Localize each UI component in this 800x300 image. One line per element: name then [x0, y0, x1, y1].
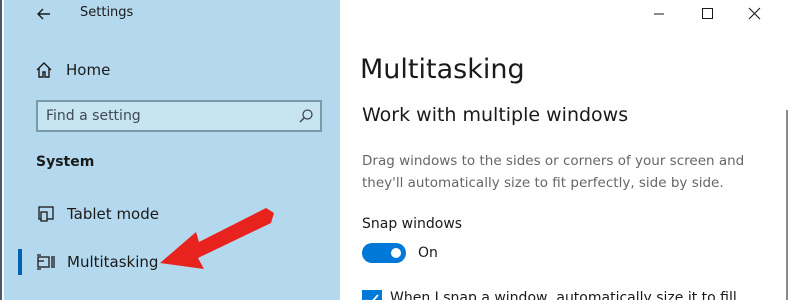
snap-windows-toggle[interactable] [362, 243, 406, 263]
sidebar: Settings Home System Tablet mode [4, 0, 340, 300]
close-button[interactable] [732, 0, 778, 28]
search-icon[interactable] [298, 108, 314, 124]
red-arrow-annotation [160, 208, 274, 269]
main-content: Multitasking Work with multiple windows … [340, 0, 800, 300]
sidebar-item-home[interactable]: Home [34, 58, 324, 84]
sidebar-item-label: Tablet mode [67, 205, 159, 223]
home-icon [36, 62, 52, 78]
search-box[interactable] [36, 100, 322, 132]
app-title: Settings [80, 5, 134, 20]
sidebar-item-label: Multitasking [67, 253, 159, 271]
search-input[interactable] [46, 102, 286, 130]
snap-windows-label: Snap windows [362, 216, 463, 232]
scrollbar[interactable] [786, 110, 788, 300]
toggle-state-label: On [418, 245, 438, 261]
back-arrow-icon [37, 8, 50, 20]
multitasking-icon [37, 254, 55, 270]
section-description: Drag windows to the sides or corners of … [362, 153, 745, 191]
back-button[interactable] [32, 3, 56, 25]
selected-indicator [18, 249, 22, 275]
settings-window: Settings Home System Tablet mode [0, 0, 800, 300]
minimize-icon [654, 13, 664, 15]
minimize-button[interactable] [636, 0, 682, 28]
close-icon [748, 7, 761, 20]
maximize-icon [702, 8, 713, 19]
window-controls [632, 0, 800, 30]
page-title: Multitasking [360, 54, 525, 85]
toggle-knob [391, 248, 401, 258]
maximize-button[interactable] [684, 0, 730, 28]
tablet-mode-icon [38, 206, 54, 222]
checkmark-icon [366, 294, 379, 300]
auto-size-checkbox-label: When I snap a window, automatically size… [390, 290, 737, 300]
sidebar-item-label: Home [66, 61, 111, 79]
section-heading: System [36, 154, 95, 170]
section-title: Work with multiple windows [362, 104, 629, 126]
auto-size-checkbox[interactable] [362, 290, 382, 300]
